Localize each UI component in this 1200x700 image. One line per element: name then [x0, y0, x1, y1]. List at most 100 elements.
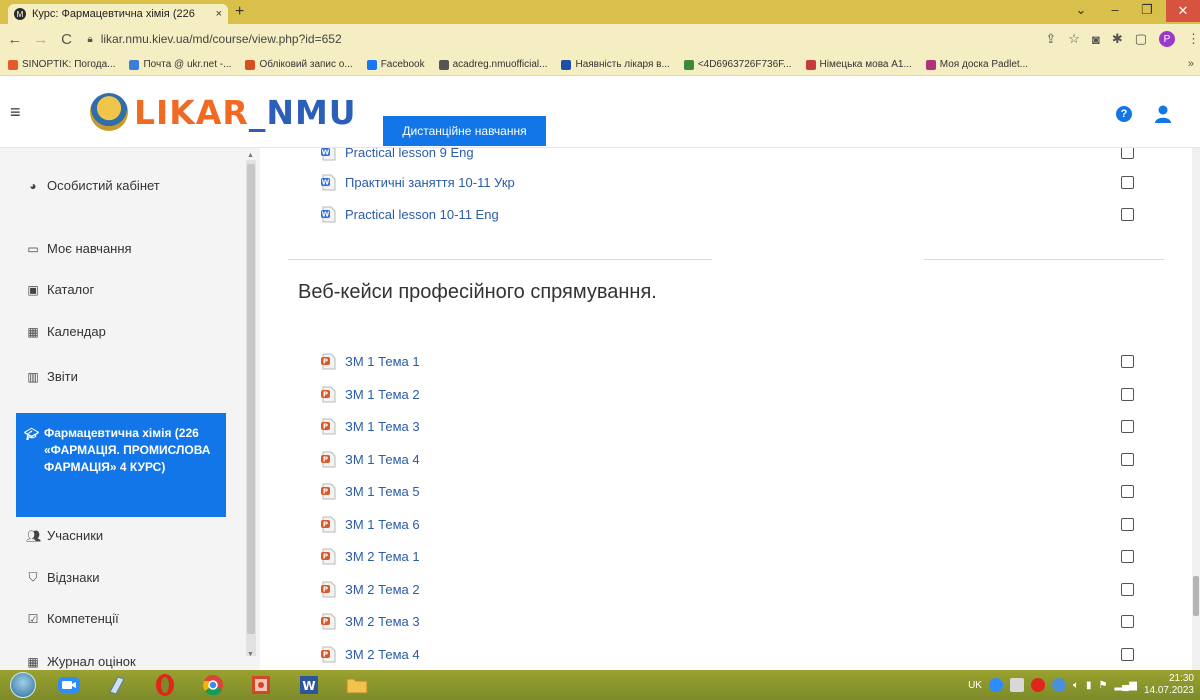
bookmark-item[interactable]: acadreg.nmuofficial...	[438, 59, 547, 70]
presentation-app-icon[interactable]	[246, 672, 276, 698]
browser-tab[interactable]: M Курс: Фармацевтична хімія (226 ×	[8, 4, 228, 24]
browser-menu-icon[interactable]: ⋮	[1187, 31, 1200, 47]
bookmark-item[interactable]: Німецька мова А1...	[805, 59, 912, 70]
nav-calendar[interactable]: ▦ Календар	[26, 324, 106, 339]
nav-dashboard[interactable]: ◕ Особистий кабінет	[26, 178, 159, 193]
flag-icon[interactable]: ⚑	[1099, 680, 1108, 691]
activity-name: ЗМ 2 Тема 4	[345, 646, 420, 662]
language-indicator[interactable]: UK	[968, 680, 982, 691]
bookmark-item[interactable]: <4D6963726F736F...	[683, 59, 792, 70]
puzzle-icon[interactable]: ✱	[1112, 31, 1123, 47]
bookmark-item[interactable]: SINOPTIK: Погода...	[8, 59, 115, 70]
activity-link[interactable]: P ЗМ 1 Тема 5	[320, 483, 420, 500]
completion-checkbox[interactable]	[1121, 582, 1134, 596]
new-tab-button[interactable]: +	[235, 3, 244, 21]
address-bar[interactable]: 🔒︎ likar.nmu.kiev.ua/md/course/view.php?…	[87, 27, 1027, 51]
system-clock[interactable]: 21:30 14.07.2023	[1144, 673, 1194, 697]
tab-close-icon[interactable]: ×	[216, 8, 222, 20]
bookmark-item[interactable]: Моя доска Padlet...	[925, 59, 1028, 70]
sidepanel-icon[interactable]: ▢	[1135, 31, 1147, 47]
page-scrollbar[interactable]	[1192, 148, 1200, 670]
nav-drawer: ◕ Особистий кабінет ▭ Моє навчання ▣ Кат…	[0, 148, 260, 670]
distance-learning-button[interactable]: Дистанційне навчання	[383, 116, 546, 146]
bookmark-item[interactable]: Facebook	[366, 59, 425, 70]
bookmark-favicon-icon	[438, 59, 449, 70]
completion-checkbox[interactable]	[1121, 485, 1134, 498]
activity-link[interactable]: P ЗМ 1 Тема 2	[320, 386, 420, 403]
completion-checkbox[interactable]	[1121, 550, 1134, 563]
nav-active-course[interactable]: 🎓︎ Фармацевтична хімія (226 «ФАРМАЦІЯ. П…	[16, 413, 226, 517]
back-icon[interactable]: ←	[4, 31, 26, 48]
forward-icon[interactable]: →	[30, 31, 52, 48]
word-app-icon[interactable]: W	[294, 672, 324, 698]
completion-checkbox[interactable]	[1121, 420, 1134, 433]
activity-link[interactable]: P ЗМ 1 Тема 1	[320, 353, 420, 370]
profile-avatar[interactable]: P	[1159, 31, 1176, 47]
share-icon[interactable]: ⇪	[1045, 31, 1056, 47]
activity-link[interactable]: P ЗМ 1 Тема 4	[320, 451, 420, 468]
nav-competencies[interactable]: ☑ Компетенції	[26, 611, 119, 626]
minimize-icon[interactable]: –	[1100, 2, 1130, 17]
signal-icon[interactable]: ▂▄▆	[1114, 680, 1136, 691]
activity-link[interactable]: P ЗМ 2 Тема 2	[320, 581, 420, 598]
activity-link[interactable]: P ЗМ 1 Тема 3	[320, 418, 420, 435]
completion-checkbox[interactable]	[1121, 148, 1134, 159]
activity-link[interactable]: W Practical lesson 9 Eng	[320, 148, 474, 161]
completion-checkbox[interactable]	[1121, 615, 1134, 628]
tab-title: Курс: Фармацевтична хімія (226	[32, 8, 195, 20]
drawer-scroll-thumb[interactable]	[247, 164, 255, 634]
extension-icon[interactable]: ◙	[1092, 32, 1100, 47]
nav-label: Відзнаки	[47, 570, 100, 585]
tab-search-icon[interactable]: ⌄	[1066, 2, 1096, 18]
nav-grades[interactable]: ▦ Журнал оцінок	[26, 654, 135, 669]
bookmark-star-icon[interactable]: ☆	[1068, 31, 1080, 47]
drawer-scrollbar[interactable]: ▲ ▼	[246, 152, 256, 658]
tray-sync-icon[interactable]	[1051, 678, 1066, 692]
bookmark-item[interactable]: Почта @ ukr.net -...	[129, 59, 231, 70]
bookmark-item[interactable]: Обліковий запис о...	[245, 59, 353, 70]
zoom-app-icon[interactable]	[54, 672, 84, 698]
tray-zoom-icon[interactable]	[988, 678, 1003, 692]
activity-link[interactable]: P ЗМ 2 Тема 1	[320, 548, 420, 565]
scroll-down-icon[interactable]: ▼	[247, 651, 254, 658]
completion-checkbox[interactable]	[1121, 355, 1134, 368]
tray-app-icon[interactable]	[1009, 678, 1024, 692]
network-icon[interactable]: ▮	[1086, 680, 1092, 691]
restore-icon[interactable]: ❐	[1132, 2, 1162, 18]
site-logo[interactable]: LIKAR_NMU	[90, 82, 357, 142]
window-close-icon[interactable]: ✕	[1166, 0, 1200, 22]
opera-app-icon[interactable]	[150, 672, 180, 698]
nav-my-courses[interactable]: ▭ Моє навчання	[26, 241, 131, 256]
nav-participants[interactable]: 👥︎ Учасники	[26, 528, 103, 543]
completion-checkbox[interactable]	[1121, 647, 1134, 661]
chrome-app-icon[interactable]	[198, 672, 228, 698]
activity-link[interactable]: P ЗМ 2 Тема 4	[320, 646, 420, 663]
activity-link[interactable]: P ЗМ 2 Тема 3	[320, 613, 420, 630]
page-scroll-thumb[interactable]	[1193, 576, 1199, 616]
volume-icon[interactable]: 🔈︎	[1073, 680, 1079, 691]
file-explorer-app-icon[interactable]	[342, 672, 372, 698]
bookmark-item[interactable]: Наявність лікаря в...	[561, 59, 670, 70]
completion-checkbox[interactable]	[1121, 208, 1134, 221]
tray-opera-icon[interactable]	[1030, 678, 1045, 692]
nav-badges[interactable]: ⛉ Відзнаки	[26, 570, 99, 585]
user-menu-icon[interactable]	[1153, 104, 1173, 124]
start-button[interactable]	[10, 672, 36, 698]
menu-toggle-icon[interactable]: ≡	[10, 102, 21, 123]
nav-catalog[interactable]: ▣ Каталог	[26, 282, 94, 297]
activity-link[interactable]: W Practical lesson 10-11 Eng	[320, 206, 499, 223]
activity-link[interactable]: P ЗМ 1 Тема 6	[320, 516, 420, 533]
scroll-up-icon[interactable]: ▲	[247, 152, 254, 159]
help-icon[interactable]: ?	[1116, 106, 1132, 122]
completion-checkbox[interactable]	[1121, 452, 1134, 466]
bookmark-favicon-icon	[561, 59, 572, 70]
activity-link[interactable]: W Практичні заняття 10-11 Укр	[320, 174, 515, 191]
reload-icon[interactable]: C	[56, 31, 78, 48]
activity-name: ЗМ 1 Тема 5	[345, 484, 420, 499]
bookmarks-more-icon[interactable]: »	[1188, 58, 1194, 70]
completion-checkbox[interactable]	[1121, 176, 1134, 189]
completion-checkbox[interactable]	[1121, 517, 1134, 531]
notepad-app-icon[interactable]	[102, 672, 132, 698]
nav-reports[interactable]: ▥ Звіти	[26, 369, 78, 384]
completion-checkbox[interactable]	[1121, 387, 1134, 401]
